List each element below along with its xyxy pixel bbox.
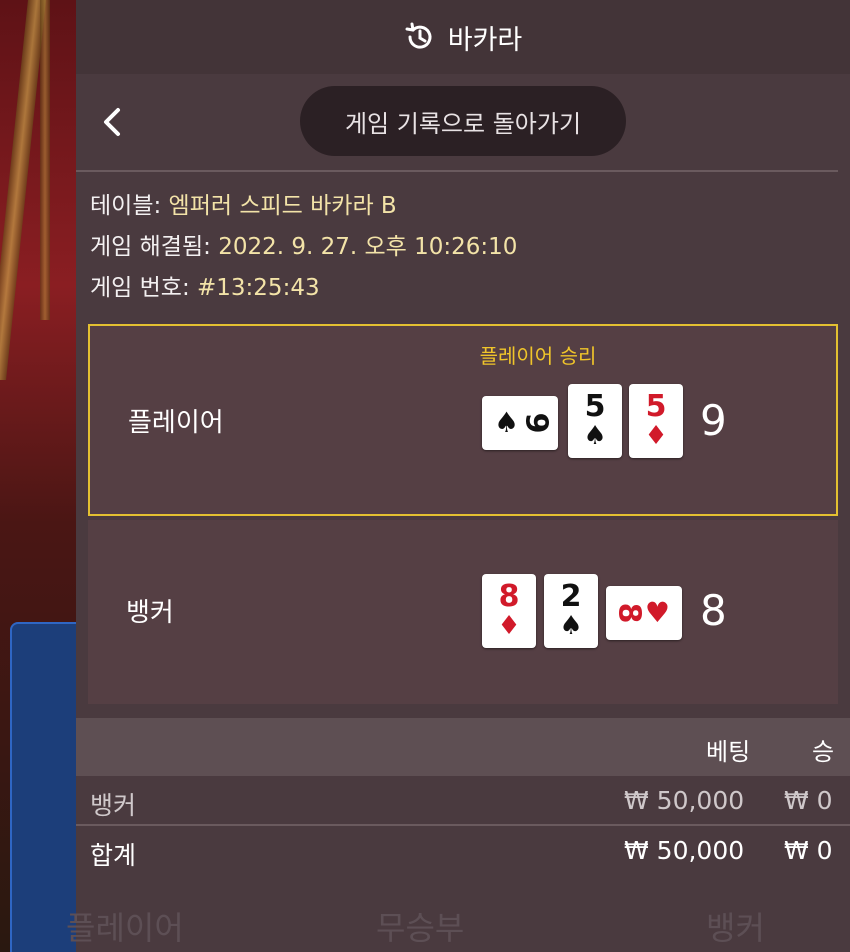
bet-amount: ₩ 50,000 bbox=[624, 786, 745, 815]
game-history-panel: 바카라 게임 기록으로 돌아가기 테이블: 엠퍼러 스피드 바카라 B 게임 해… bbox=[66, 0, 850, 952]
bottom-bet-tabs: 플레이어 무승부 뱅커 bbox=[66, 895, 850, 952]
winner-label: 플레이어 승리 bbox=[479, 344, 597, 368]
bottom-tab-tie[interactable]: 무승부 bbox=[376, 903, 464, 949]
total-label: 합계 bbox=[90, 841, 137, 870]
resolved-value: 2022. 9. 27. 오후 10:26:10 bbox=[218, 234, 518, 260]
total-win-amount: ₩ 0 bbox=[784, 836, 833, 865]
banker-card-2: 2 ♠ bbox=[544, 574, 598, 648]
bottom-tab-banker[interactable]: 뱅커 bbox=[706, 903, 765, 949]
player-result-box: 플레이어 승리 플레이어 ♠ 9 5 ♠ 5 ♦ 9 bbox=[88, 324, 838, 516]
card-suit: ♠ bbox=[494, 406, 520, 439]
table-row: 뱅커 ₩ 50,000 ₩ 0 bbox=[76, 776, 850, 826]
chevron-left-icon[interactable] bbox=[98, 104, 126, 140]
table-total-row: 합계 ₩ 50,000 ₩ 0 bbox=[76, 826, 850, 874]
resolved-label: 게임 해결됨: bbox=[90, 234, 211, 260]
card-suit: ♦ bbox=[497, 611, 521, 641]
banker-score: 8 bbox=[700, 586, 727, 635]
resolved-info-row: 게임 해결됨: 2022. 9. 27. 오후 10:26:10 bbox=[90, 227, 850, 268]
card-suit: ♥ bbox=[644, 596, 670, 629]
player-card-1: ♠ 9 bbox=[482, 396, 558, 450]
banker-label: 뱅커 bbox=[126, 598, 174, 628]
bet-column-header: 베팅 bbox=[706, 738, 751, 766]
table-value: 엠퍼러 스피드 바카라 B bbox=[168, 193, 397, 219]
player-score: 9 bbox=[700, 396, 727, 445]
card-rank: 8 bbox=[498, 579, 520, 614]
win-amount: ₩ 0 bbox=[784, 786, 833, 815]
card-rank: 5 bbox=[584, 389, 606, 424]
player-label: 플레이어 bbox=[128, 408, 224, 438]
banker-result-box: 뱅커 8 ♦ 2 ♠ 8 ♥ 8 bbox=[88, 520, 838, 704]
back-to-history-button[interactable]: 게임 기록으로 돌아가기 bbox=[300, 86, 626, 156]
table-info-row: 테이블: 엠퍼러 스피드 바카라 B bbox=[90, 186, 850, 227]
card-rank: 5 bbox=[645, 389, 667, 424]
banker-card-1: 8 ♦ bbox=[482, 574, 536, 648]
player-card-2: 5 ♠ bbox=[568, 384, 622, 458]
card-suit: ♦ bbox=[644, 421, 668, 451]
player-card-3: 5 ♦ bbox=[629, 384, 683, 458]
game-number-row: 게임 번호: #13:25:43 bbox=[90, 268, 850, 309]
game-number-label: 게임 번호: bbox=[90, 275, 190, 301]
card-rank: 2 bbox=[560, 579, 582, 614]
win-column-header: 승 bbox=[812, 738, 835, 766]
banker-card-3: 8 ♥ bbox=[606, 586, 682, 640]
bets-table-header: 베팅 승 bbox=[76, 718, 850, 776]
total-bet-amount: ₩ 50,000 bbox=[624, 836, 745, 865]
bottom-tab-player[interactable]: 플레이어 bbox=[66, 903, 184, 949]
game-info: 테이블: 엠퍼러 스피드 바카라 B 게임 해결됨: 2022. 9. 27. … bbox=[76, 172, 850, 309]
game-number-value: #13:25:43 bbox=[197, 275, 320, 301]
nav-row: 게임 기록으로 돌아가기 bbox=[76, 74, 838, 172]
card-suit: ♠ bbox=[583, 421, 607, 451]
bet-name: 뱅커 bbox=[90, 791, 137, 820]
panel-header: 바카라 bbox=[76, 0, 850, 74]
page-title: 바카라 bbox=[447, 24, 523, 56]
card-suit: ♠ bbox=[559, 611, 583, 641]
background-gold-pillar-2 bbox=[40, 0, 50, 320]
table-label: 테이블: bbox=[90, 193, 162, 219]
card-rank: 9 bbox=[518, 412, 554, 434]
history-icon bbox=[405, 22, 432, 49]
bets-table: 베팅 승 뱅커 ₩ 50,000 ₩ 0 합계 ₩ 50,000 ₩ 0 bbox=[76, 718, 850, 874]
card-rank: 8 bbox=[611, 602, 647, 624]
